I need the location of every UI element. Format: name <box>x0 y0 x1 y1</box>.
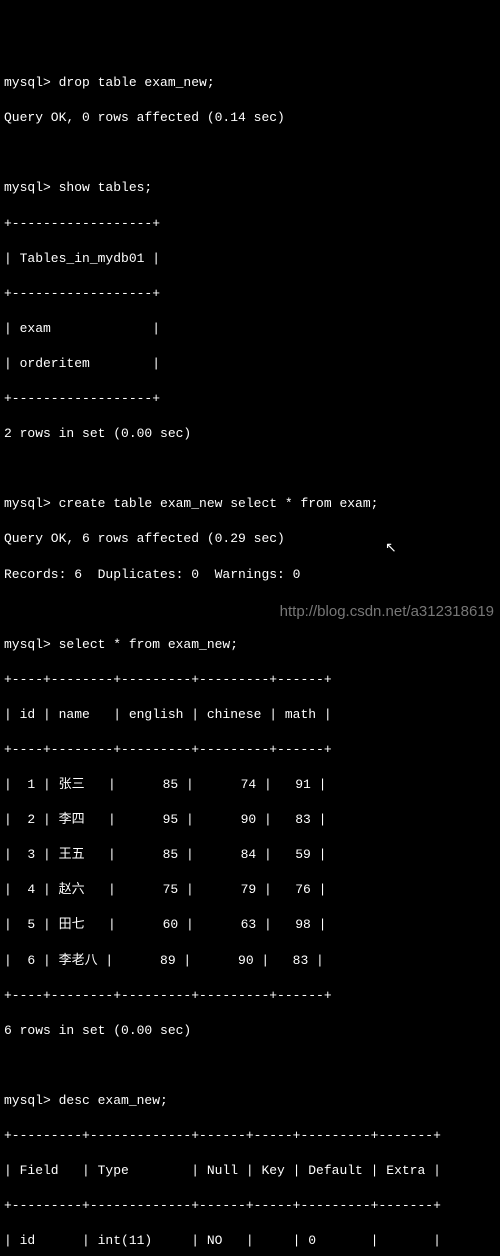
terminal-line: mysql> create table exam_new select * fr… <box>4 496 378 511</box>
watermark-text: http://blog.csdn.net/a312318619 <box>280 602 494 622</box>
terminal-line: 6 rows in set (0.00 sec) <box>4 1023 191 1038</box>
terminal-line: | 3 | 王五 | 85 | 84 | 59 | <box>4 847 326 862</box>
terminal-line: | 1 | 张三 | 85 | 74 | 91 | <box>4 777 326 792</box>
terminal-line: +---------+-------------+------+-----+--… <box>4 1128 441 1143</box>
terminal-line: | Tables_in_mydb01 | <box>4 251 160 266</box>
terminal-line: | id | int(11) | NO | | 0 | | <box>4 1233 441 1248</box>
terminal-line: Records: 6 Duplicates: 0 Warnings: 0 <box>4 567 300 582</box>
terminal-line: | exam | <box>4 321 160 336</box>
terminal-line: | id | name | english | chinese | math | <box>4 707 332 722</box>
terminal-line: +------------------+ <box>4 216 160 231</box>
terminal-line: +------------------+ <box>4 391 160 406</box>
mouse-cursor-icon: ↖ <box>385 540 397 559</box>
terminal-line: Query OK, 6 rows affected (0.29 sec) <box>4 531 285 546</box>
terminal-line: | 4 | 赵六 | 75 | 79 | 76 | <box>4 882 326 897</box>
terminal-line: mysql> select * from exam_new; <box>4 637 238 652</box>
terminal-line: | 5 | 田七 | 60 | 63 | 98 | <box>4 917 326 932</box>
terminal-line: mysql> drop table exam_new; <box>4 75 215 90</box>
terminal-line: 2 rows in set (0.00 sec) <box>4 426 191 441</box>
terminal-line: | Field | Type | Null | Key | Default | … <box>4 1163 441 1178</box>
terminal-line: | orderitem | <box>4 356 160 371</box>
terminal-line: +----+--------+---------+---------+-----… <box>4 742 332 757</box>
terminal-line: | 2 | 李四 | 95 | 90 | 83 | <box>4 812 326 827</box>
terminal-line: +---------+-------------+------+-----+--… <box>4 1198 441 1213</box>
terminal-line: +----+--------+---------+---------+-----… <box>4 672 332 687</box>
terminal-line: | 6 | 李老八 | 89 | 90 | 83 | <box>4 953 324 968</box>
terminal-line: Query OK, 0 rows affected (0.14 sec) <box>4 110 285 125</box>
terminal-line: +----+--------+---------+---------+-----… <box>4 988 332 1003</box>
terminal-line: mysql> desc exam_new; <box>4 1093 168 1108</box>
terminal-line: mysql> show tables; <box>4 180 152 195</box>
terminal-line: +------------------+ <box>4 286 160 301</box>
